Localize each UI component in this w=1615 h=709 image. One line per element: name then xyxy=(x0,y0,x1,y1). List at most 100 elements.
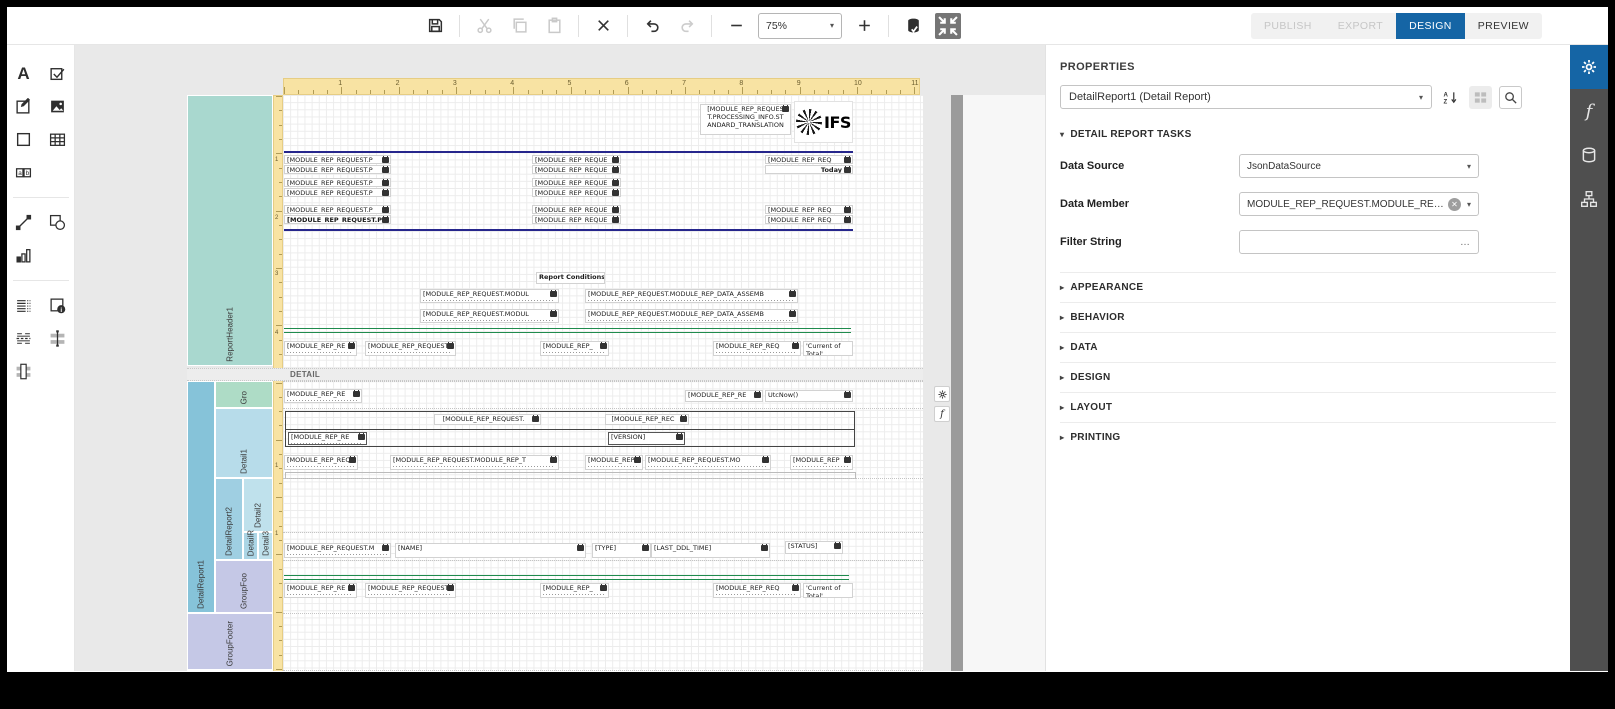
report-field[interactable]: [MODULE_REP_REQUE xyxy=(532,165,621,174)
report-field[interactable]: [MODULE_REP_REQUEST.P xyxy=(284,205,391,214)
report-field[interactable]: [MODULE_REP xyxy=(585,455,643,470)
picture-tool-icon[interactable] xyxy=(41,90,75,123)
report-field[interactable]: [NAME] xyxy=(395,543,586,558)
band-Detail3[interactable]: Detail3 xyxy=(258,531,273,560)
field-list-tab-database-icon[interactable] xyxy=(1570,133,1608,177)
pagebreak-tool-icon[interactable] xyxy=(7,322,41,355)
band-tasks-gear-icon[interactable] xyxy=(934,386,950,402)
richtext-tool-icon[interactable] xyxy=(7,90,41,123)
report-field[interactable]: [MODULE_REP_REQUEST.P xyxy=(365,341,456,356)
band-expression-f-icon[interactable]: f xyxy=(934,406,950,422)
report-field[interactable]: [MODULE_REP_REQUEST. xyxy=(434,414,541,425)
band-DetailReport1[interactable]: DetailReport1 xyxy=(187,381,215,613)
report-field[interactable]: [MODULE_REP_REQUEST.MODULE_REP_DATA_ASSE… xyxy=(585,289,798,303)
property-control-data-member[interactable]: MODULE_REP_REQUEST.MODULE_REP.MODULES...… xyxy=(1239,192,1479,216)
collapse-fullscreen-icon[interactable] xyxy=(935,12,961,39)
clear-icon[interactable]: ✕ xyxy=(1447,197,1461,211)
undo-icon[interactable] xyxy=(639,13,665,39)
report-field[interactable]: [MODULE_REP_RE xyxy=(288,432,367,445)
report-field[interactable]: [MODULE_REP_RE xyxy=(284,341,357,356)
report-field[interactable]: [MODULE_REP_REQUEST.P xyxy=(365,583,456,598)
crossbox-tool-icon[interactable] xyxy=(7,355,41,388)
checkbox-tool-icon[interactable] xyxy=(41,57,75,90)
vertical-scrollbar[interactable] xyxy=(951,95,963,671)
band-Detail1[interactable]: Detail1 xyxy=(215,408,273,478)
report-field[interactable]: [MODULE_REP_REQ xyxy=(765,215,853,224)
property-control-filter-string[interactable]: … xyxy=(1239,230,1479,254)
line-tool-icon[interactable] xyxy=(7,206,41,239)
report-field[interactable]: Report Conditions : xyxy=(536,272,605,284)
pageinfo-tool-icon[interactable]: i xyxy=(41,289,75,322)
section-behavior[interactable]: ▸ BEHAVIOR xyxy=(1060,302,1556,332)
report-field[interactable]: [MODULE_REP_ xyxy=(540,341,609,356)
section-data[interactable]: ▸ DATA xyxy=(1060,332,1556,362)
report-line[interactable] xyxy=(284,151,853,153)
report-field[interactable]: [MODULE_REP_RE xyxy=(685,390,763,402)
report-field[interactable]: UtcNow() xyxy=(765,390,853,402)
shape-tool-icon[interactable] xyxy=(41,206,75,239)
chart-tool-icon[interactable] xyxy=(7,239,41,272)
control-selector-combobox[interactable]: DetailReport1 (Detail Report) ▾ xyxy=(1060,85,1432,109)
report-field[interactable]: [MODULE_REP_REQUEST.P xyxy=(284,215,391,224)
cut-icon[interactable] xyxy=(471,13,497,39)
report-field[interactable]: [MODULE_REP_REQUE xyxy=(532,178,621,187)
toc-tool-icon[interactable] xyxy=(7,289,41,322)
report-field[interactable]: [MODULE_REP_REQ xyxy=(713,341,801,356)
zoom-select[interactable]: 75% ▾ xyxy=(758,12,842,39)
label-tool-icon[interactable]: A xyxy=(7,57,41,90)
ellipsis-button[interactable]: … xyxy=(1460,237,1471,248)
save-icon[interactable] xyxy=(422,13,448,39)
report-field[interactable]: [MODULE_REP_REQ xyxy=(765,155,853,164)
preview-button[interactable]: PREVIEW xyxy=(1465,13,1542,39)
detail-report-tasks-header[interactable]: ▾ DETAIL REPORT TASKS xyxy=(1060,129,1556,140)
report-field[interactable]: [MODULE_REP xyxy=(790,455,853,470)
report-field[interactable]: [TYPE] xyxy=(592,543,651,558)
report-field[interactable]: [MODULE_REP_REC xyxy=(605,414,689,425)
report-field[interactable]: 'Current of Total' xyxy=(803,341,853,356)
redo-icon[interactable] xyxy=(674,13,700,39)
band-NextBand[interactable] xyxy=(187,670,273,671)
design-button[interactable]: DESIGN xyxy=(1396,12,1465,39)
report-field[interactable]: [MODULE_REP_REQUE xyxy=(532,188,621,197)
band-DetailR[interactable]: DetailR xyxy=(243,530,258,560)
report-double-line[interactable] xyxy=(284,328,851,333)
paste-icon[interactable] xyxy=(541,13,567,39)
delete-icon[interactable] xyxy=(590,13,616,39)
band-DetailReport2[interactable]: DetailReport2 xyxy=(215,478,243,560)
expressions-tab-f-icon[interactable]: f xyxy=(1570,89,1608,133)
report-line[interactable] xyxy=(285,429,855,430)
report-field[interactable]: [MODULE_REP_REQUEST.MO xyxy=(645,455,771,470)
report-field[interactable]: [MODULE_REP_REQUE xyxy=(532,205,621,214)
report-double-line[interactable] xyxy=(284,575,849,580)
publish-button[interactable]: PUBLISH xyxy=(1251,13,1325,39)
sort-properties-icon[interactable]: AZ xyxy=(1439,86,1462,109)
section-design[interactable]: ▸ DESIGN xyxy=(1060,362,1556,392)
band-detail-header[interactable]: DETAIL xyxy=(187,368,923,381)
report-field[interactable]: [LAST_DDL_TIME] xyxy=(651,543,770,558)
report-field[interactable]: [MODULE_REP_REQUES T.PROCESSING_INFO.ST AN… xyxy=(700,104,791,135)
report-page[interactable]: [MODULE_REP_REQUES T.PROCESSING_INFO.ST AN… xyxy=(283,95,923,671)
section-appearance[interactable]: ▸ APPEARANCE xyxy=(1060,272,1556,302)
band-GroupFooter1[interactable]: GroupFoo xyxy=(215,560,273,613)
zoom-out-icon[interactable] xyxy=(723,13,749,39)
report-field[interactable]: [MODULE_REP_REQUEST.MODULE_REP_DATA_ASSE… xyxy=(585,309,798,323)
search-icon[interactable] xyxy=(1499,85,1522,109)
report-field[interactable]: 'Current of Total' xyxy=(803,583,853,598)
report-field[interactable]: [MODULE_REP_REQUEST.MODUL xyxy=(420,289,559,303)
report-field[interactable]: [MODULE_REP_REQUEST.MODUL xyxy=(420,309,559,323)
report-field[interactable]: [MODULE_REP_REQUE xyxy=(532,215,621,224)
report-field[interactable]: [MODULE_REP_REQ xyxy=(765,205,853,214)
table-tool-icon[interactable] xyxy=(41,123,75,156)
report-field[interactable]: [MODULE_REP_RE xyxy=(284,583,357,598)
report-field[interactable]: [MODULE_REP_REQUEST.P xyxy=(284,178,391,187)
report-field[interactable]: [MODULE_REP_REQUEST.P xyxy=(284,155,391,164)
zoom-in-icon[interactable] xyxy=(851,13,877,39)
report-field[interactable]: [MODULE_REP_REQ xyxy=(713,583,801,598)
report-field[interactable]: [MODULE_REP_REQUEST.P xyxy=(284,188,391,197)
report-field[interactable]: [STATUS] xyxy=(785,541,843,554)
panel-tool-icon[interactable] xyxy=(7,123,41,156)
report-field[interactable]: [MODULE_REP_REQUEST.M xyxy=(284,543,391,558)
properties-tab-gear-icon[interactable] xyxy=(1570,45,1608,89)
report-explorer-tab-hierarchy-icon[interactable] xyxy=(1570,177,1608,221)
report-field[interactable]: [MODULE_REP_RE xyxy=(284,389,362,403)
